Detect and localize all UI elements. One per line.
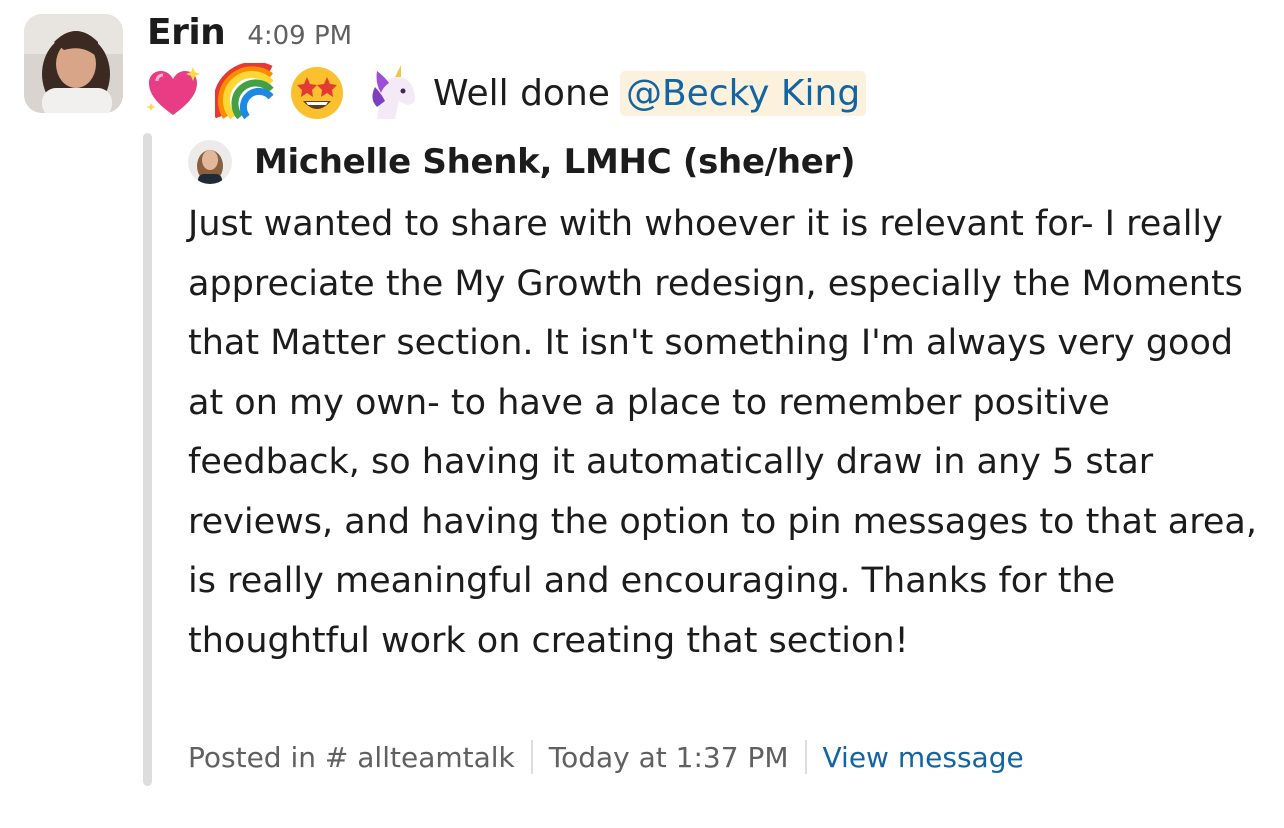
quote-bar [143,133,152,786]
message-line: Well done @Becky King [143,62,867,124]
posted-in-channel[interactable]: Posted in # allteamtalk [188,741,515,774]
posted-at[interactable]: Today at 1:37 PM [549,741,789,774]
message-text: Well done [433,72,610,114]
author-name[interactable]: Erin [147,12,226,53]
unicorn-icon [359,63,419,123]
rainbow-icon [215,63,275,123]
footer-divider [530,740,533,774]
sparkling-heart-icon [143,63,203,123]
quote-author-name[interactable]: Michelle Shenk, LMHC (she/her) [254,142,856,182]
quote-body: Just wanted to share with whoever it is … [188,204,1257,661]
timestamp[interactable]: 4:09 PM [247,21,352,51]
footer-divider [804,740,807,774]
view-message-link[interactable]: View message [823,741,1024,774]
quote-avatar[interactable] [188,140,232,184]
quote-header: Michelle Shenk, LMHC (she/her) [188,140,856,184]
avatar[interactable] [24,14,123,113]
star-struck-icon [287,63,347,123]
quote-footer: Posted in # allteamtalk Today at 1:37 PM… [188,740,1024,774]
user-mention[interactable]: @Becky King [619,70,867,116]
message-header: Erin 4:09 PM [147,12,352,53]
